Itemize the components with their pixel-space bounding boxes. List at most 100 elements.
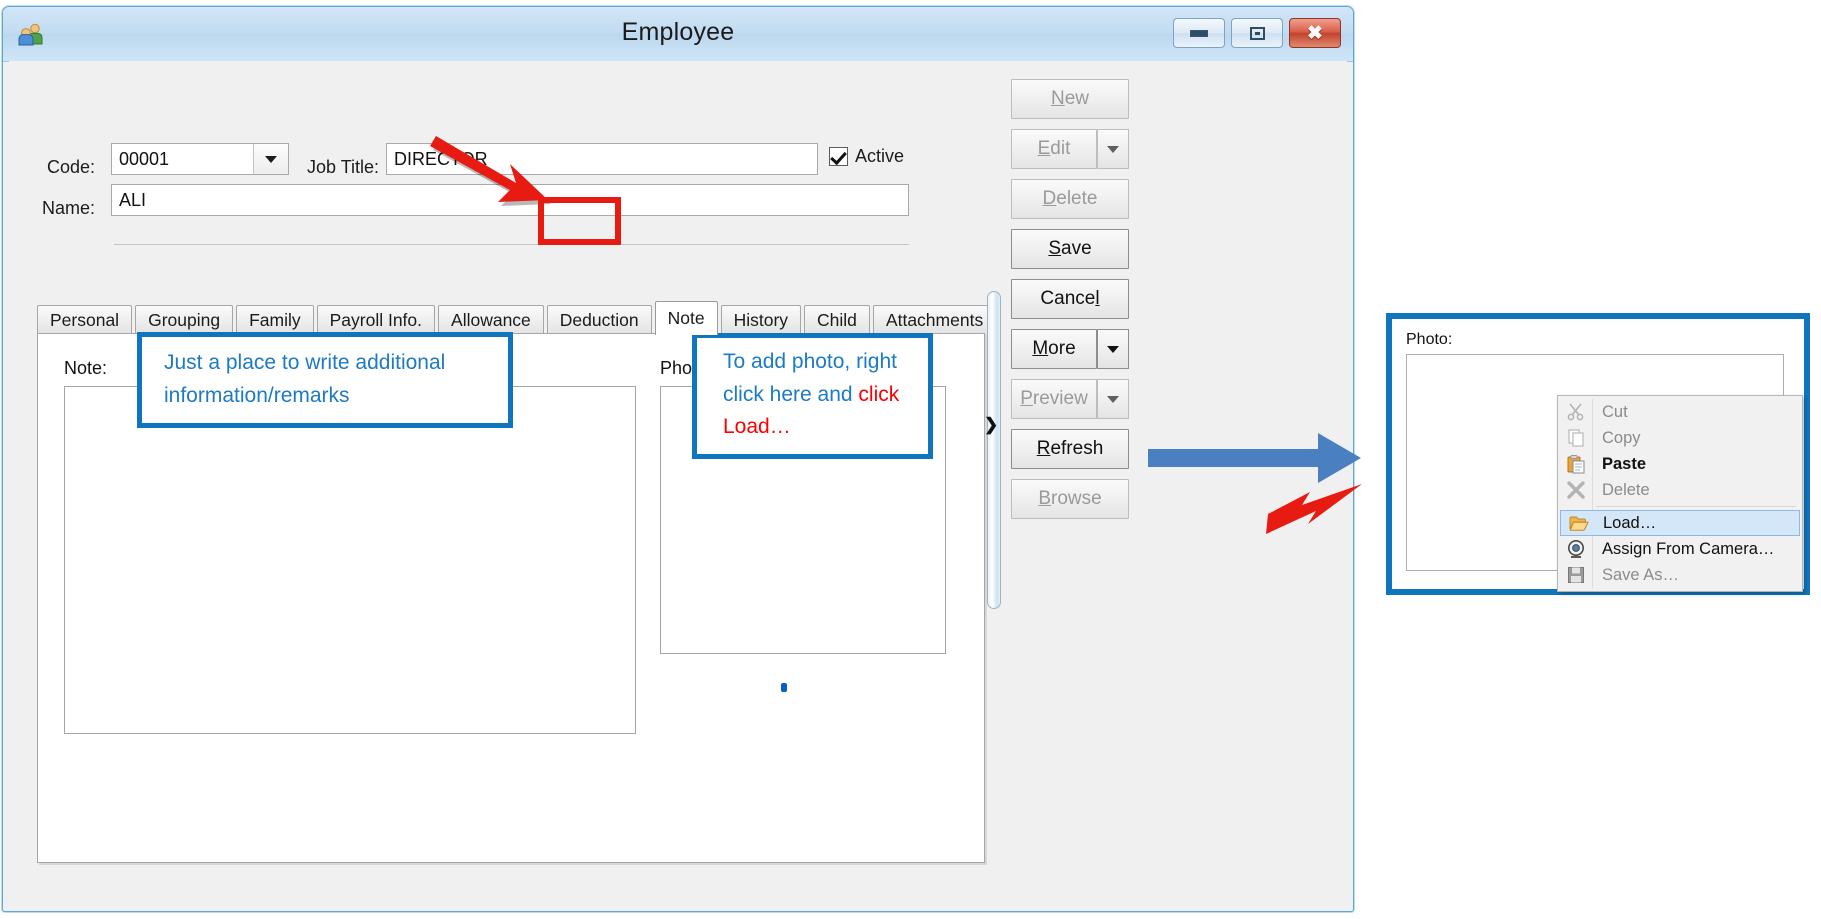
- note-textarea[interactable]: [64, 386, 636, 734]
- context-menu-item-label: Copy: [1602, 428, 1641, 447]
- code-dropdown-button[interactable]: [253, 144, 288, 174]
- note-tab-highlight: [538, 197, 621, 245]
- photo-context-menu[interactable]: Cut Copy Paste Delete Load… Assign From Camer…: [1557, 395, 1803, 592]
- floppy-disk-icon: [1566, 565, 1586, 585]
- button-label: Save: [1048, 238, 1092, 259]
- detail-photo-label: Photo:: [1406, 331, 1453, 348]
- tab-label: Payroll Info.: [329, 310, 423, 330]
- button-label: New: [1050, 88, 1090, 109]
- active-checkbox-row[interactable]: Active: [829, 146, 904, 167]
- note-label: Note:: [64, 358, 108, 378]
- tab-label: Personal: [50, 310, 120, 330]
- button-label: Preview: [1020, 388, 1088, 409]
- context-menu-item-paste[interactable]: Paste: [1558, 451, 1802, 477]
- context-menu-item-label: Load…: [1603, 513, 1657, 532]
- preview-dropdown-button[interactable]: [1097, 379, 1129, 419]
- tab-personal[interactable]: Personal: [37, 305, 133, 335]
- context-menu-item-save-as[interactable]: Save As…: [1558, 562, 1802, 588]
- button-label: Cancel: [1040, 288, 1100, 309]
- window-client-area: Code: 00001 Job Title: DIRECTOR Active N…: [9, 61, 1347, 905]
- splitter-expand-icon[interactable]: ❯: [984, 416, 998, 433]
- context-menu-item-load[interactable]: Load…: [1560, 510, 1800, 536]
- tab-label: Family: [249, 310, 301, 330]
- context-menu-item-label: Cut: [1602, 402, 1628, 421]
- code-label: Code:: [47, 157, 96, 177]
- refresh-button[interactable]: Refresh: [1011, 429, 1129, 469]
- chevron-down-icon: [1107, 395, 1119, 403]
- delete-button[interactable]: Delete: [1011, 179, 1129, 219]
- context-menu-item-copy[interactable]: Copy: [1558, 425, 1802, 451]
- paste-icon: [1566, 454, 1586, 474]
- tab-label: History: [733, 310, 789, 330]
- photo-callout-line3: Load…: [723, 411, 914, 444]
- button-label: Browse: [1038, 488, 1102, 509]
- close-button[interactable]: ✖: [1289, 18, 1341, 48]
- window-title: Employee: [621, 18, 735, 46]
- tab-attachments[interactable]: Attachments: [872, 305, 997, 335]
- photo-callout-seg1: To add photo, right: [723, 350, 897, 373]
- button-label: Refresh: [1036, 438, 1104, 459]
- tab-label: Deduction: [559, 310, 639, 330]
- context-menu-item-label: Delete: [1602, 480, 1650, 499]
- code-value: 00001: [119, 148, 170, 169]
- tab-strip: Personal Grouping Family Payroll Info. Allow…: [37, 301, 999, 335]
- button-label: Delete: [1042, 188, 1098, 209]
- window-controls: ✖: [1173, 18, 1341, 48]
- photo-callout: To add photo, right click here and click…: [692, 333, 933, 459]
- maximize-icon: [1249, 26, 1265, 40]
- tab-child[interactable]: Child: [804, 305, 870, 335]
- new-button[interactable]: New: [1011, 79, 1129, 119]
- photo-callout-line2: click here and click: [723, 379, 914, 412]
- context-menu-item-assign-from-camera[interactable]: Assign From Camera…: [1558, 536, 1802, 562]
- caret-dot: [781, 683, 787, 692]
- tab-label: Grouping: [148, 310, 221, 330]
- tab-deduction[interactable]: Deduction: [546, 305, 652, 335]
- active-checkbox[interactable]: [829, 147, 848, 166]
- name-value: ALI: [119, 189, 147, 210]
- tab-grouping[interactable]: Grouping: [135, 305, 234, 335]
- note-callout-line1: Just a place to write additional: [164, 351, 446, 374]
- tab-history[interactable]: History: [720, 305, 802, 335]
- save-button[interactable]: Save: [1011, 229, 1129, 269]
- minimize-button[interactable]: [1173, 18, 1225, 48]
- folder-open-icon: [1569, 513, 1589, 533]
- photo-callout-seg4: Load…: [723, 415, 791, 439]
- context-menu-item-label: Paste: [1602, 454, 1647, 473]
- name-label: Name:: [42, 198, 96, 218]
- tab-label: Attachments: [885, 310, 984, 330]
- tab-family[interactable]: Family: [236, 305, 314, 335]
- note-callout: Just a place to write additional informa…: [137, 332, 513, 428]
- panel-splitter[interactable]: [987, 291, 1001, 609]
- webcam-icon: [1566, 539, 1586, 559]
- edit-dropdown-button[interactable]: [1097, 129, 1129, 169]
- chevron-down-icon: [265, 155, 277, 163]
- title-bar[interactable]: Employee ✖: [3, 7, 1353, 62]
- screenshot-root: Employee ✖ Code: 00001 Job Title: DIRECT…: [0, 0, 1821, 919]
- photo-callout-seg3: click: [858, 382, 900, 406]
- browse-button[interactable]: Browse: [1011, 479, 1129, 519]
- tab-label: Child: [817, 310, 857, 330]
- code-combo[interactable]: 00001: [111, 143, 289, 175]
- button-label: More: [1032, 338, 1076, 359]
- scissors-icon: [1566, 402, 1586, 422]
- photo-detail-panel: Photo: Cut Copy Paste Delete Load… Assign Fro…: [1386, 313, 1810, 595]
- more-dropdown-button[interactable]: [1097, 329, 1129, 369]
- note-callout-line2: information/remarks: [164, 383, 350, 407]
- preview-button[interactable]: Preview: [1011, 379, 1097, 419]
- context-menu-item-cut[interactable]: Cut: [1558, 399, 1802, 425]
- context-menu-item-delete[interactable]: Delete: [1558, 477, 1802, 503]
- tab-note[interactable]: Note: [654, 301, 718, 335]
- tab-allowance[interactable]: Allowance: [438, 305, 544, 335]
- blue-connector-arrow: [1148, 433, 1361, 483]
- edit-button[interactable]: Edit: [1011, 129, 1097, 169]
- cancel-button[interactable]: Cancel: [1011, 279, 1129, 319]
- close-icon: ✖: [1307, 22, 1323, 44]
- tab-payroll-info[interactable]: Payroll Info.: [316, 305, 436, 335]
- more-button[interactable]: More: [1011, 329, 1097, 369]
- context-menu-item-label: Assign From Camera…: [1602, 539, 1775, 558]
- maximize-button[interactable]: [1231, 18, 1283, 48]
- job-title-label: Job Title:: [307, 157, 380, 177]
- button-label: Edit: [1037, 138, 1071, 159]
- active-label: Active: [855, 146, 905, 166]
- copy-icon: [1566, 428, 1586, 448]
